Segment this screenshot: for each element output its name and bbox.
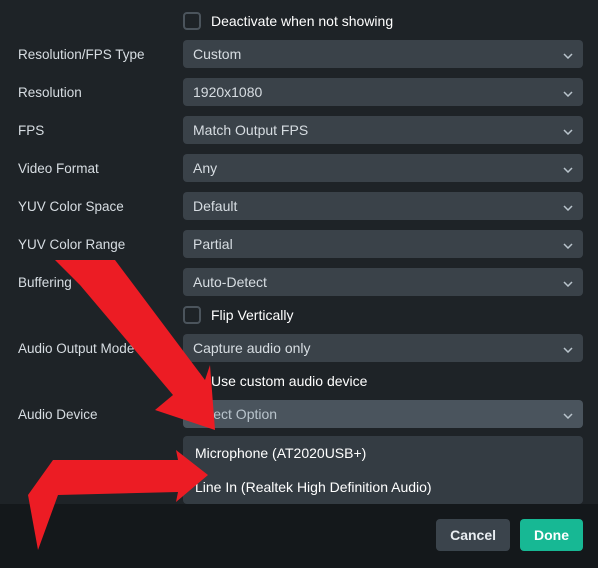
resolution-value: 1920x1080 bbox=[193, 84, 262, 100]
dialog-footer: Cancel Done bbox=[0, 504, 598, 568]
audio-output-mode-label: Audio Output Mode bbox=[18, 341, 183, 356]
custom-audio-label[interactable]: Use custom audio device bbox=[211, 373, 367, 389]
deactivate-checkbox[interactable] bbox=[183, 12, 201, 30]
resolution-fps-type-select[interactable]: Custom bbox=[183, 40, 583, 68]
audio-device-option[interactable]: Microphone (AT2020USB+) bbox=[183, 436, 583, 470]
chevron-down-icon bbox=[563, 122, 573, 138]
chevron-down-icon bbox=[563, 46, 573, 62]
audio-device-label: Audio Device bbox=[18, 407, 183, 422]
resolution-select[interactable]: 1920x1080 bbox=[183, 78, 583, 106]
audio-output-mode-select[interactable]: Capture audio only bbox=[183, 334, 583, 362]
done-button[interactable]: Done bbox=[520, 519, 583, 551]
yuv-color-range-select[interactable]: Partial bbox=[183, 230, 583, 258]
fps-select[interactable]: Match Output FPS bbox=[183, 116, 583, 144]
chevron-down-icon bbox=[563, 84, 573, 100]
chevron-down-icon bbox=[563, 236, 573, 252]
yuv-color-space-value: Default bbox=[193, 198, 237, 214]
custom-audio-checkbox[interactable] bbox=[183, 372, 201, 390]
audio-device-placeholder: Select Option bbox=[193, 406, 277, 422]
fps-value: Match Output FPS bbox=[193, 122, 308, 138]
video-format-label: Video Format bbox=[18, 161, 183, 176]
audio-device-option[interactable]: Line In (Realtek High Definition Audio) bbox=[183, 470, 583, 504]
chevron-down-icon bbox=[563, 274, 573, 290]
yuv-color-range-label: YUV Color Range bbox=[18, 237, 183, 252]
buffering-select[interactable]: Auto-Detect bbox=[183, 268, 583, 296]
video-format-select[interactable]: Any bbox=[183, 154, 583, 182]
yuv-color-space-select[interactable]: Default bbox=[183, 192, 583, 220]
yuv-color-space-label: YUV Color Space bbox=[18, 199, 183, 214]
fps-label: FPS bbox=[18, 123, 183, 138]
audio-device-dropdown: Microphone (AT2020USB+) Line In (Realtek… bbox=[183, 436, 583, 504]
chevron-down-icon bbox=[563, 160, 573, 176]
video-format-value: Any bbox=[193, 160, 217, 176]
yuv-color-range-value: Partial bbox=[193, 236, 233, 252]
audio-device-select[interactable]: Select Option bbox=[183, 400, 583, 428]
buffering-label: Buffering bbox=[18, 275, 183, 290]
flip-vertically-checkbox[interactable] bbox=[183, 306, 201, 324]
resolution-label: Resolution bbox=[18, 85, 183, 100]
flip-vertically-label[interactable]: Flip Vertically bbox=[211, 307, 293, 323]
deactivate-label[interactable]: Deactivate when not showing bbox=[211, 13, 393, 29]
resolution-fps-type-label: Resolution/FPS Type bbox=[18, 47, 183, 62]
chevron-down-icon bbox=[563, 340, 573, 356]
resolution-fps-type-value: Custom bbox=[193, 46, 241, 62]
audio-output-mode-value: Capture audio only bbox=[193, 340, 311, 356]
cancel-button[interactable]: Cancel bbox=[436, 519, 510, 551]
buffering-value: Auto-Detect bbox=[193, 274, 267, 290]
chevron-down-icon bbox=[563, 406, 573, 422]
chevron-down-icon bbox=[563, 198, 573, 214]
